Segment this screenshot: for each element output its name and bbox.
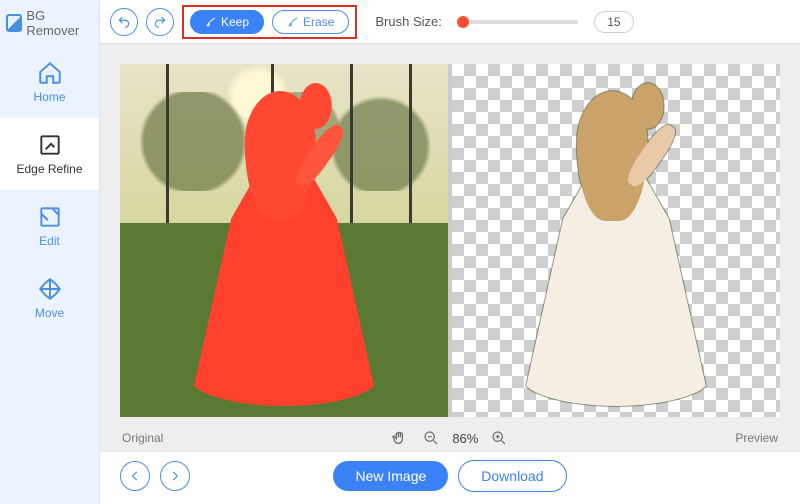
logo-icon (6, 14, 22, 32)
download-button[interactable]: Download (458, 460, 566, 492)
sidebar-item-label: Edit (39, 234, 60, 248)
topbar: Keep Erase Brush Size: 15 (100, 0, 800, 44)
home-icon (37, 60, 63, 86)
new-image-button[interactable]: New Image (333, 461, 448, 491)
undo-button[interactable] (110, 8, 138, 36)
subject-mask-overlay (179, 88, 389, 413)
erase-label: Erase (303, 15, 334, 29)
main: Keep Erase Brush Size: 15 (100, 0, 800, 504)
sidebar-item-label: Home (33, 90, 65, 104)
original-panel[interactable] (120, 64, 448, 417)
preview-label: Preview (735, 431, 778, 445)
sidebar-item-move[interactable]: Move (0, 262, 99, 334)
edge-refine-icon (37, 132, 63, 158)
zoom-value: 86% (452, 431, 478, 446)
sidebar-item-edge-refine[interactable]: Edge Refine (0, 118, 99, 190)
sidebar-item-label: Move (35, 306, 64, 320)
brush-size-label: Brush Size: (375, 14, 441, 29)
chevron-right-icon (168, 469, 182, 483)
redo-icon (153, 15, 167, 29)
keep-brush-icon (205, 16, 217, 28)
erase-brush-icon (287, 16, 299, 28)
zoom-out-button[interactable] (420, 427, 442, 449)
sidebar-item-label: Edge Refine (16, 162, 82, 176)
app-title-text: BG Remover (26, 8, 93, 38)
panels (100, 44, 800, 423)
brush-size-slider[interactable] (458, 20, 578, 24)
pan-button[interactable] (388, 427, 410, 449)
redo-button[interactable] (146, 8, 174, 36)
cutout-result (452, 64, 780, 417)
slider-thumb[interactable] (457, 16, 469, 28)
canvas-area: Original 86% Preview (100, 44, 800, 451)
prev-button[interactable] (120, 461, 150, 491)
brush-size-value: 15 (594, 11, 634, 33)
app-title: BG Remover (0, 0, 99, 46)
sidebar: BG Remover Home Edge Refine Edit Move (0, 0, 100, 504)
undo-icon (117, 15, 131, 29)
hand-icon (391, 430, 407, 446)
download-label: Download (481, 468, 543, 484)
zoom-in-icon (491, 430, 507, 446)
new-image-label: New Image (355, 468, 426, 484)
sidebar-item-home[interactable]: Home (0, 46, 99, 118)
move-icon (37, 276, 63, 302)
preview-panel[interactable] (452, 64, 780, 417)
keep-button[interactable]: Keep (190, 10, 264, 34)
edit-icon (37, 204, 63, 230)
erase-button[interactable]: Erase (272, 10, 349, 34)
bottombar: New Image Download (100, 451, 800, 504)
zoom-in-button[interactable] (488, 427, 510, 449)
original-label: Original (122, 431, 163, 445)
zoom-out-icon (423, 430, 439, 446)
chevron-left-icon (128, 469, 142, 483)
highlight-box: Keep Erase (182, 5, 357, 39)
sidebar-item-edit[interactable]: Edit (0, 190, 99, 262)
keep-label: Keep (221, 15, 249, 29)
meta-row: Original 86% Preview (100, 423, 800, 451)
next-button[interactable] (160, 461, 190, 491)
